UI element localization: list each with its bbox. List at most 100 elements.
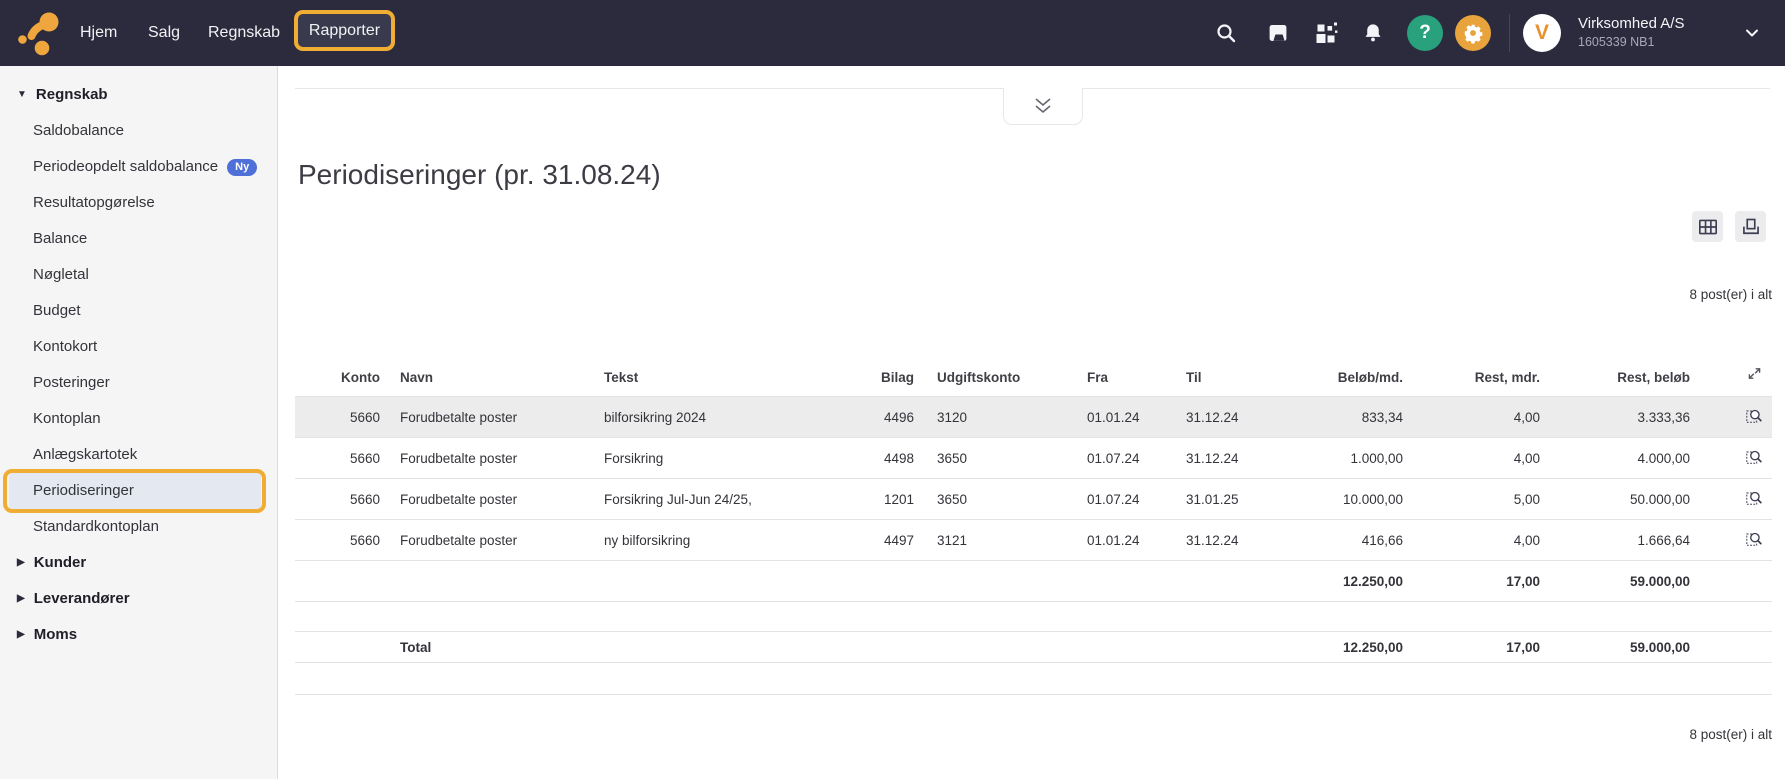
sidebar-item-label: Saldobalance <box>33 113 124 149</box>
company-number: 1605339 NB1 <box>1578 34 1684 51</box>
sidebar-section-label: Regnskab <box>36 77 108 113</box>
sidebar-item-balance[interactable]: Balance <box>0 221 277 257</box>
sidebar-item-label: Periodiseringer <box>33 473 134 509</box>
notifications-bell-icon[interactable] <box>1362 22 1385 45</box>
cell-rest-belob: 3.333,36 <box>1540 397 1690 438</box>
cell-navn: Forudbetalte poster <box>380 438 602 479</box>
view-entries-magnifier-icon[interactable] <box>1745 489 1763 510</box>
nav-item-rapporter[interactable]: Rapporter <box>309 22 380 40</box>
sidebar-section-label: Moms <box>34 617 77 653</box>
cell-rest-mdr: 4,00 <box>1403 397 1540 438</box>
cell-bilag: 4497 <box>820 520 914 561</box>
column-header-konto: Konto <box>295 365 380 397</box>
expand-filter-panel-tab[interactable] <box>1003 88 1083 125</box>
navbar-divider <box>1509 14 1510 52</box>
sidebar-item-nogletal[interactable]: Nøgletal <box>0 257 277 293</box>
nav-item-hjem[interactable]: Hjem <box>80 0 117 66</box>
cell-fra: 01.07.24 <box>1085 479 1184 520</box>
total-label: Total <box>380 632 602 663</box>
cell-belob-md: 1.000,00 <box>1280 438 1403 479</box>
sidebar-section-label: Leverandører <box>34 581 130 617</box>
cell-rest-belob: 50.000,00 <box>1540 479 1690 520</box>
sidebar-item-label: Budget <box>33 293 81 329</box>
cell-til: 31.01.25 <box>1184 479 1280 520</box>
sidebar-item-label: Kontokort <box>33 329 97 365</box>
view-entries-magnifier-icon[interactable] <box>1745 448 1763 469</box>
cell-tekst: Forsikring Jul-Jun 24/25, <box>602 479 820 520</box>
column-header-fra: Fra <box>1085 365 1184 397</box>
caret-right-icon: ▶ <box>17 545 25 581</box>
sidebar-item-label: Balance <box>33 221 87 257</box>
company-switcher[interactable]: Virksomhed A/S 1605339 NB1 <box>1578 13 1684 51</box>
page-title: Periodiseringer (pr. 31.08.24) <box>298 159 661 191</box>
cell-navn: Forudbetalte poster <box>380 520 602 561</box>
table-view-button[interactable] <box>1692 211 1723 242</box>
expand-table-icon[interactable] <box>1746 365 1763 385</box>
cell-konto: 5660 <box>295 520 380 561</box>
periodiseringer-table: Konto Navn Tekst Bilag Udgiftskonto Fra … <box>295 365 1772 695</box>
view-entries-magnifier-icon[interactable] <box>1745 407 1763 428</box>
avatar[interactable]: V <box>1523 14 1561 52</box>
subtotal-row: 12.250,00 17,00 59.000,00 <box>295 561 1772 602</box>
sidebar-section-moms[interactable]: ▶Moms <box>0 617 277 653</box>
cell-til: 31.12.24 <box>1184 520 1280 561</box>
sidebar-item-kontokort[interactable]: Kontokort <box>0 329 277 365</box>
highlight-annotation-rapporter: Rapporter <box>294 10 395 51</box>
cell-rest-mdr: 4,00 <box>1403 520 1540 561</box>
sidebar-item-label: Standardkontoplan <box>33 509 159 545</box>
sidebar-item-periodiseringer[interactable]: Periodiseringer <box>9 473 261 509</box>
print-button[interactable] <box>1735 211 1766 242</box>
cell-fra: 01.01.24 <box>1085 520 1184 561</box>
table-grid-icon <box>1698 218 1718 236</box>
help-icon[interactable]: ? <box>1407 15 1443 51</box>
caret-right-icon: ▶ <box>17 581 25 617</box>
table-row[interactable]: 5660 Forudbetalte poster ny bilforsikrin… <box>295 520 1772 561</box>
view-entries-magnifier-icon[interactable] <box>1745 530 1763 551</box>
cell-konto: 5660 <box>295 397 380 438</box>
table-row[interactable]: 5660 Forudbetalte poster Forsikring Jul-… <box>295 479 1772 520</box>
sidebar-item-saldobalance[interactable]: Saldobalance <box>0 113 277 149</box>
sidebar-item-periodeopdelt-saldobalance[interactable]: Periodeopdelt saldobalanceNy <box>0 149 277 185</box>
sidebar-item-label: Periodeopdelt saldobalance <box>33 149 218 185</box>
sidebar-item-anlaegskartotek[interactable]: Anlægskartotek <box>0 437 277 473</box>
total-rest-mdr: 17,00 <box>1403 632 1540 663</box>
inbox-icon[interactable] <box>1266 21 1290 45</box>
cell-til: 31.12.24 <box>1184 438 1280 479</box>
sidebar-item-label: Nøgletal <box>33 257 89 293</box>
cell-belob-md: 10.000,00 <box>1280 479 1403 520</box>
sidebar-section-kunder[interactable]: ▶Kunder <box>0 545 277 581</box>
nav-item-salg[interactable]: Salg <box>148 0 180 66</box>
sidebar-item-posteringer[interactable]: Posteringer <box>0 365 277 401</box>
subtotal-rest-mdr: 17,00 <box>1403 561 1540 602</box>
total-rest-belob: 59.000,00 <box>1540 632 1690 663</box>
column-header-belob-md: Beløb/md. <box>1280 365 1403 397</box>
cell-belob-md: 833,34 <box>1280 397 1403 438</box>
total-row: Total 12.250,00 17,00 59.000,00 <box>295 632 1772 663</box>
sidebar: ▼Regnskab Saldobalance Periodeopdelt sal… <box>0 66 278 779</box>
sidebar-item-standardkontoplan[interactable]: Standardkontoplan <box>0 509 277 545</box>
cell-tekst: ny bilforsikring <box>602 520 820 561</box>
sidebar-item-resultatopgorelse[interactable]: Resultatopgørelse <box>0 185 277 221</box>
sidebar-item-label: Resultatopgørelse <box>33 185 155 221</box>
cell-navn: Forudbetalte poster <box>380 479 602 520</box>
column-header-navn: Navn <box>380 365 602 397</box>
spacer-row <box>295 602 1772 632</box>
sidebar-item-label: Kontoplan <box>33 401 101 437</box>
cell-fra: 01.07.24 <box>1085 438 1184 479</box>
e-conomic-logo-icon[interactable] <box>12 8 62 58</box>
table-row[interactable]: 5660 Forudbetalte poster Forsikring 4498… <box>295 438 1772 479</box>
apps-grid-icon[interactable] <box>1314 21 1338 45</box>
nav-item-regnskab[interactable]: Regnskab <box>208 0 280 66</box>
sidebar-section-leverandorer[interactable]: ▶Leverandører <box>0 581 277 617</box>
table-row[interactable]: 5660 Forudbetalte poster bilforsikring 2… <box>295 397 1772 438</box>
chevron-down-icon[interactable] <box>1743 24 1761 42</box>
search-icon[interactable] <box>1215 22 1237 44</box>
record-count-bottom: 8 post(er) i alt <box>1689 727 1772 742</box>
settings-gear-icon[interactable] <box>1455 15 1491 51</box>
sidebar-item-budget[interactable]: Budget <box>0 293 277 329</box>
cell-udgiftskonto: 3650 <box>914 438 1085 479</box>
column-header-bilag: Bilag <box>820 365 914 397</box>
sidebar-section-regnskab[interactable]: ▼Regnskab <box>0 77 277 113</box>
sidebar-item-kontoplan[interactable]: Kontoplan <box>0 401 277 437</box>
avatar-letter: V <box>1535 21 1549 45</box>
